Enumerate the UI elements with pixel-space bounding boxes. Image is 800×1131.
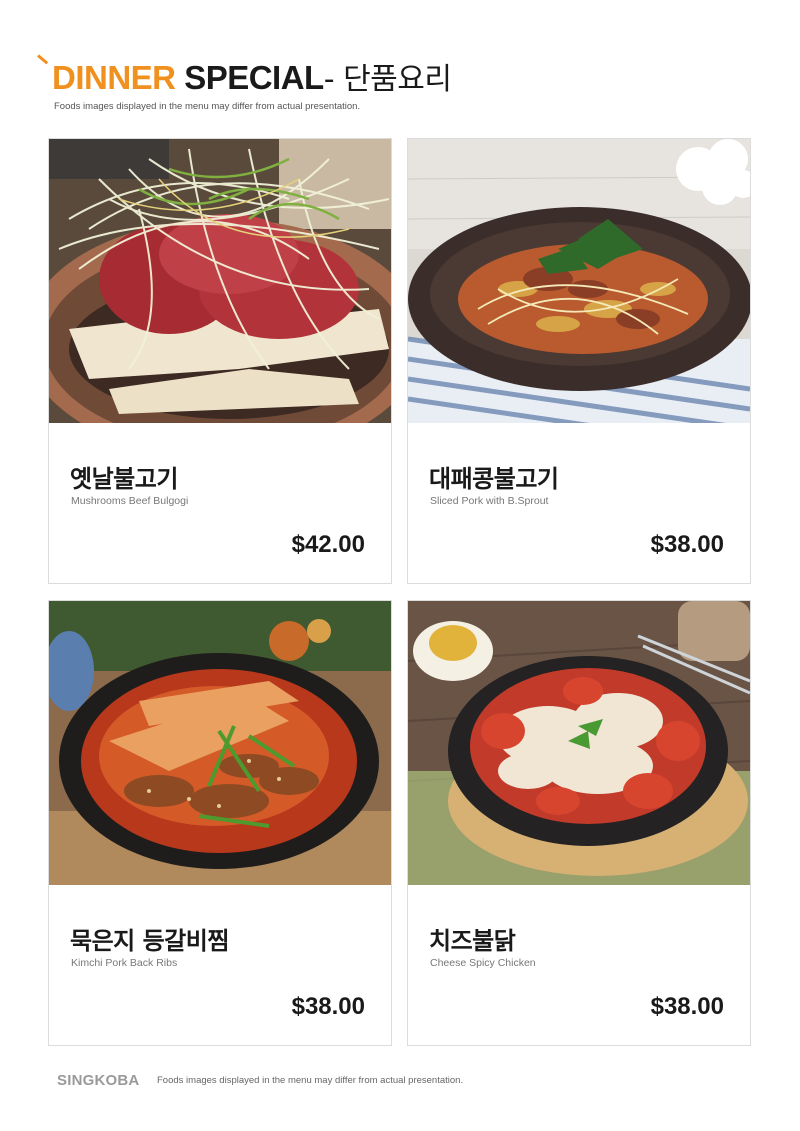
item-price: $38.00 (650, 531, 724, 558)
food-photo-kimchi-ribs (49, 601, 391, 885)
item-price: $38.00 (650, 993, 724, 1020)
page-title: DINNER SPECIAL- 단품요리 (52, 58, 452, 100)
title-dinner: DINNER (52, 59, 176, 96)
menu-card-cheese-chicken[interactable]: 치즈불닭 Cheese Spicy Chicken $38.00 (407, 600, 751, 1046)
page-subtitle: Foods images displayed in the menu may d… (54, 101, 361, 112)
item-name-korean: 옛날불고기 (70, 465, 178, 493)
item-price: $42.00 (291, 531, 365, 558)
brand-logo-text: SINGKOBA (57, 1072, 140, 1089)
item-name-korean: 대패콩불고기 (429, 465, 559, 493)
item-price: $38.00 (291, 993, 365, 1020)
item-name-english: Cheese Spicy Chicken (430, 957, 536, 969)
title-special: SPECIAL (184, 59, 324, 96)
title-accent-mark (37, 54, 49, 65)
title-korean: - 단품요리 (323, 62, 452, 97)
item-name-english: Kimchi Pork Back Ribs (71, 957, 178, 969)
item-name-english: Sliced Pork with B.Sprout (430, 495, 549, 507)
food-photo-bulgogi (49, 139, 391, 423)
item-name-korean: 치즈불닭 (429, 927, 516, 955)
food-photo-cheese-chicken (408, 601, 750, 885)
menu-card-kimchi-ribs[interactable]: 묵은지 등갈비찜 Kimchi Pork Back Ribs $38.00 (48, 600, 392, 1046)
item-name-english: Mushrooms Beef Bulgogi (71, 495, 189, 507)
item-name-korean: 묵은지 등갈비찜 (70, 927, 229, 955)
footer-note: Foods images displayed in the menu may d… (157, 1075, 464, 1086)
menu-card-sliced-pork[interactable]: 대패콩불고기 Sliced Pork with B.Sprout $38.00 (407, 138, 751, 584)
menu-card-bulgogi[interactable]: 옛날불고기 Mushrooms Beef Bulgogi $42.00 (48, 138, 392, 584)
food-photo-sliced-pork (408, 139, 750, 423)
